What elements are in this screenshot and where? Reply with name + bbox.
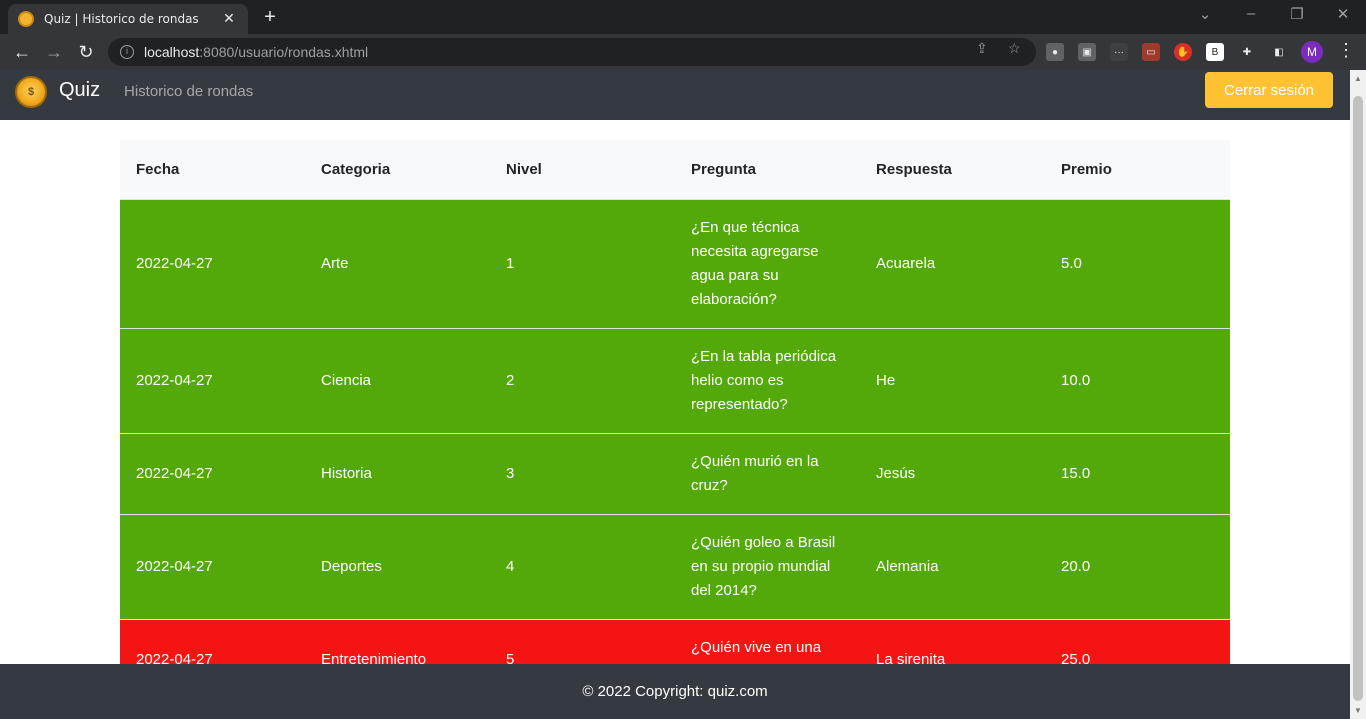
cell-respuesta: Alemania [860,513,1045,619]
cell-fecha: 2022-04-27 [120,432,305,514]
cell-pregunta: ¿En la tabla periódica helio como es rep… [675,327,860,433]
cell-nivel: 2 [490,327,675,433]
page-viewport: $ Quiz Historico de rondas Cerrar sesión… [0,70,1350,719]
cell-pregunta: ¿Quién murió en la cruz? [675,432,860,514]
logout-button[interactable]: Cerrar sesión [1205,72,1333,108]
cell-respuesta: He [860,327,1045,433]
extensions-puzzle-icon[interactable]: ✚ [1238,43,1256,61]
table-header-row: Fecha Categoria Nivel Pregunta Respuesta… [120,140,1230,199]
scroll-down-icon[interactable]: ▼ [1350,704,1366,718]
cell-pregunta: ¿Quién goleo a Brasil en su propio mundi… [675,513,860,619]
cell-respuesta: Jesús [860,432,1045,514]
cell-premio: 5.0 [1045,198,1230,328]
cell-nivel: 1 [490,198,675,328]
cell-premio: 10.0 [1045,327,1230,433]
header-fecha: Fecha [136,160,180,178]
cell-categoria: Historia [305,432,490,514]
cell-fecha: 2022-04-27 [120,513,305,619]
site-footer: © 2022 Copyright: quiz.com [0,664,1350,719]
bookmark-star-icon[interactable]: ☆ [1008,40,1021,57]
cell-premio: 15.0 [1045,432,1230,514]
cell-categoria: Ciencia [305,327,490,433]
table-row: 2022-04-27 Deportes 4 ¿Quién goleo a Bra… [120,513,1230,619]
cell-fecha: 2022-04-27 [120,198,305,328]
cell-nivel: 3 [490,432,675,514]
cell-nivel: 4 [490,513,675,619]
browser-tab-bar: Quiz | Historico de rondas ✕ + ⌄ – ❐ ✕ [0,0,1366,34]
extension-cast-icon[interactable]: ▭ [1142,43,1160,61]
table-row: 2022-04-27 Arte 1 ¿En que técnica necesi… [120,198,1230,328]
header-nivel: Nivel [506,160,542,178]
browser-tab[interactable]: Quiz | Historico de rondas ✕ [8,4,248,34]
quiz-favicon-icon [18,11,34,27]
header-respuesta: Respuesta [876,160,952,178]
cell-pregunta: ¿En que técnica necesita agregarse agua … [675,198,860,328]
cell-categoria: Deportes [305,513,490,619]
browser-menu-icon[interactable]: ⋮ [1337,40,1355,61]
scrollbar-thumb[interactable] [1353,96,1363,701]
nav-link-historico[interactable]: Historico de rondas [124,83,253,100]
close-window-icon[interactable]: ✕ [1328,5,1358,23]
new-tab-icon[interactable]: + [260,6,280,28]
share-icon[interactable]: ⇪ [976,40,988,57]
restore-icon[interactable]: ❐ [1282,5,1312,23]
url-path: :8080/usuario/rondas.xhtml [199,44,369,60]
scroll-up-icon[interactable]: ▲ [1350,72,1366,86]
rounds-table: Fecha Categoria Nivel Pregunta Respuesta… [120,140,1230,700]
brand-name[interactable]: Quiz [59,79,100,102]
extension-cat-icon[interactable]: ● [1046,43,1064,61]
header-categoria: Categoria [321,160,391,178]
url-host: localhost [144,44,200,60]
extension-card-icon[interactable]: ▣ [1078,43,1096,61]
extension-b-icon[interactable]: B [1206,43,1224,61]
back-icon[interactable]: ← [10,40,34,64]
forward-icon[interactable]: → [42,40,66,64]
browser-toolbar: ← → ↻ i localhost :8080/usuario/rondas.x… [0,34,1366,70]
tab-search-chevron-icon[interactable]: ⌄ [1190,5,1220,23]
cell-respuesta: Acuarela [860,198,1045,328]
header-pregunta: Pregunta [691,160,757,178]
table-row: 2022-04-27 Ciencia 2 ¿En la tabla periód… [120,327,1230,433]
cell-premio: 20.0 [1045,513,1230,619]
page-scrollbar[interactable]: ▲ ▼ [1350,70,1366,719]
cell-categoria: Arte [305,198,490,328]
profile-avatar[interactable]: M [1301,41,1323,63]
side-panel-icon[interactable]: ◧ [1270,43,1288,61]
cell-fecha: 2022-04-27 [120,327,305,433]
address-bar[interactable]: i localhost :8080/usuario/rondas.xhtml [108,38,1036,66]
footer-copyright: © 2022 Copyright: quiz.com [582,683,768,700]
rounds-table-container: Fecha Categoria Nivel Pregunta Respuesta… [120,140,1230,700]
close-tab-icon[interactable]: ✕ [220,11,238,27]
reload-icon[interactable]: ↻ [74,40,98,64]
minimize-icon[interactable]: – [1236,5,1266,22]
table-row: 2022-04-27 Historia 3 ¿Quién murió en la… [120,432,1230,514]
extension-adblock-icon[interactable]: ✋ [1174,43,1192,61]
tab-title: Quiz | Historico de rondas [44,12,199,26]
site-info-icon[interactable]: i [120,45,134,59]
site-navbar: $ Quiz Historico de rondas Cerrar sesión [0,70,1350,120]
header-premio: Premio [1061,160,1112,178]
quiz-logo-icon[interactable]: $ [15,76,47,108]
extension-dots-icon[interactable]: ··· [1110,43,1128,61]
